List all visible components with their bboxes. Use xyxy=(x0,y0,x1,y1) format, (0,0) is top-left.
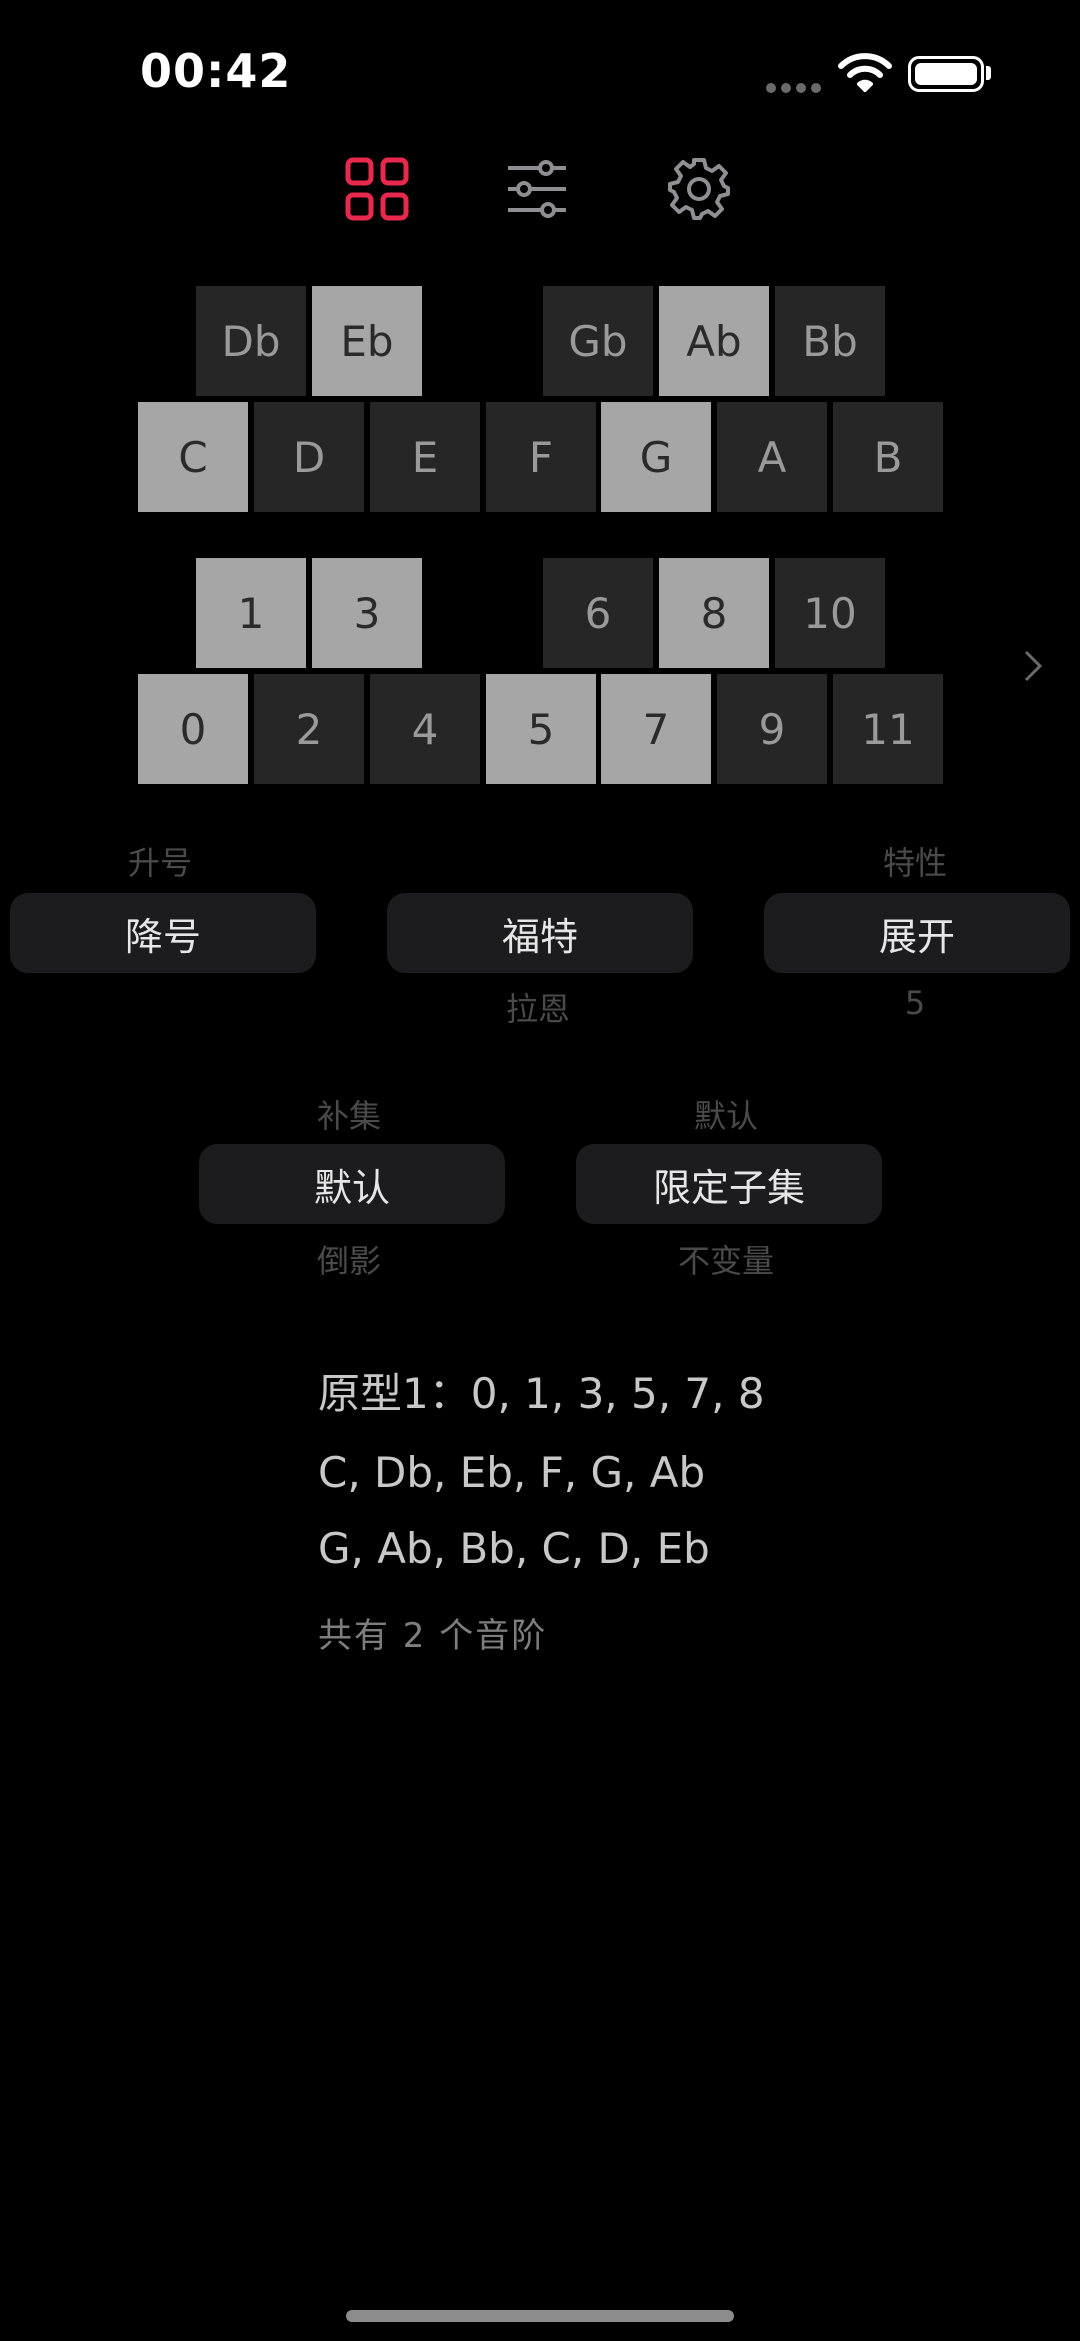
scale-count: 共有 2 个音阶 xyxy=(318,1616,548,1656)
number-key-7[interactable]: 7 xyxy=(601,674,711,784)
note-key-e[interactable]: E xyxy=(370,402,480,512)
battery-icon xyxy=(908,56,984,92)
scale-result-1[interactable]: C, Db, Eb, F, G, Ab xyxy=(318,1448,705,1497)
note-key-a[interactable]: A xyxy=(717,402,827,512)
number-key-9[interactable]: 9 xyxy=(717,674,827,784)
number-key-5[interactable]: 5 xyxy=(486,674,596,784)
battery-tip xyxy=(986,66,991,80)
set-op-option-above[interactable]: 补集 xyxy=(196,1091,502,1137)
number-key-10[interactable]: 10 xyxy=(775,558,885,668)
home-indicator xyxy=(346,2310,734,2322)
accidental-option-above[interactable]: 升号 xyxy=(7,838,313,884)
gear-icon[interactable] xyxy=(666,156,732,222)
property-option-above[interactable]: 特性 xyxy=(762,838,1068,884)
note-key-eb[interactable]: Eb xyxy=(312,286,422,396)
note-key-d[interactable]: D xyxy=(254,402,364,512)
cellular-signal-icon xyxy=(766,78,826,97)
number-key-0[interactable]: 0 xyxy=(138,674,248,784)
wifi-icon xyxy=(838,52,892,96)
subset-picker[interactable]: 限定子集 xyxy=(576,1144,882,1224)
number-key-1[interactable]: 1 xyxy=(196,558,306,668)
note-key-db[interactable]: Db xyxy=(196,286,306,396)
subset-option-above[interactable]: 默认 xyxy=(573,1091,879,1137)
number-key-8[interactable]: 8 xyxy=(659,558,769,668)
note-key-bb[interactable]: Bb xyxy=(775,286,885,396)
status-time: 00:42 xyxy=(140,44,292,98)
scale-result-2[interactable]: G, Ab, Bb, C, D, Eb xyxy=(318,1524,710,1573)
number-key-3[interactable]: 3 xyxy=(312,558,422,668)
chevron-right-icon[interactable] xyxy=(1020,648,1048,688)
note-key-f[interactable]: F xyxy=(486,402,596,512)
naming-option-below[interactable]: 拉恩 xyxy=(385,984,691,1030)
number-key-4[interactable]: 4 xyxy=(370,674,480,784)
number-key-6[interactable]: 6 xyxy=(543,558,653,668)
property-picker[interactable]: 展开 xyxy=(764,893,1070,973)
note-key-c[interactable]: C xyxy=(138,402,248,512)
sliders-icon[interactable] xyxy=(504,156,570,222)
property-option-below[interactable]: 5 xyxy=(762,984,1068,1022)
naming-picker[interactable]: 福特 xyxy=(387,893,693,973)
note-key-g[interactable]: G xyxy=(601,402,711,512)
subset-option-below[interactable]: 不变量 xyxy=(573,1236,879,1282)
note-key-gb[interactable]: Gb xyxy=(543,286,653,396)
set-op-picker[interactable]: 默认 xyxy=(199,1144,505,1224)
number-key-2[interactable]: 2 xyxy=(254,674,364,784)
prime-form: 原型1：0, 1, 3, 5, 7, 8 xyxy=(318,1369,765,1418)
note-key-b[interactable]: B xyxy=(833,402,943,512)
grid-icon[interactable] xyxy=(344,156,410,222)
set-op-option-below[interactable]: 倒影 xyxy=(196,1236,502,1282)
accidental-picker[interactable]: 降号 xyxy=(10,893,316,973)
number-key-11[interactable]: 11 xyxy=(833,674,943,784)
note-key-ab[interactable]: Ab xyxy=(659,286,769,396)
